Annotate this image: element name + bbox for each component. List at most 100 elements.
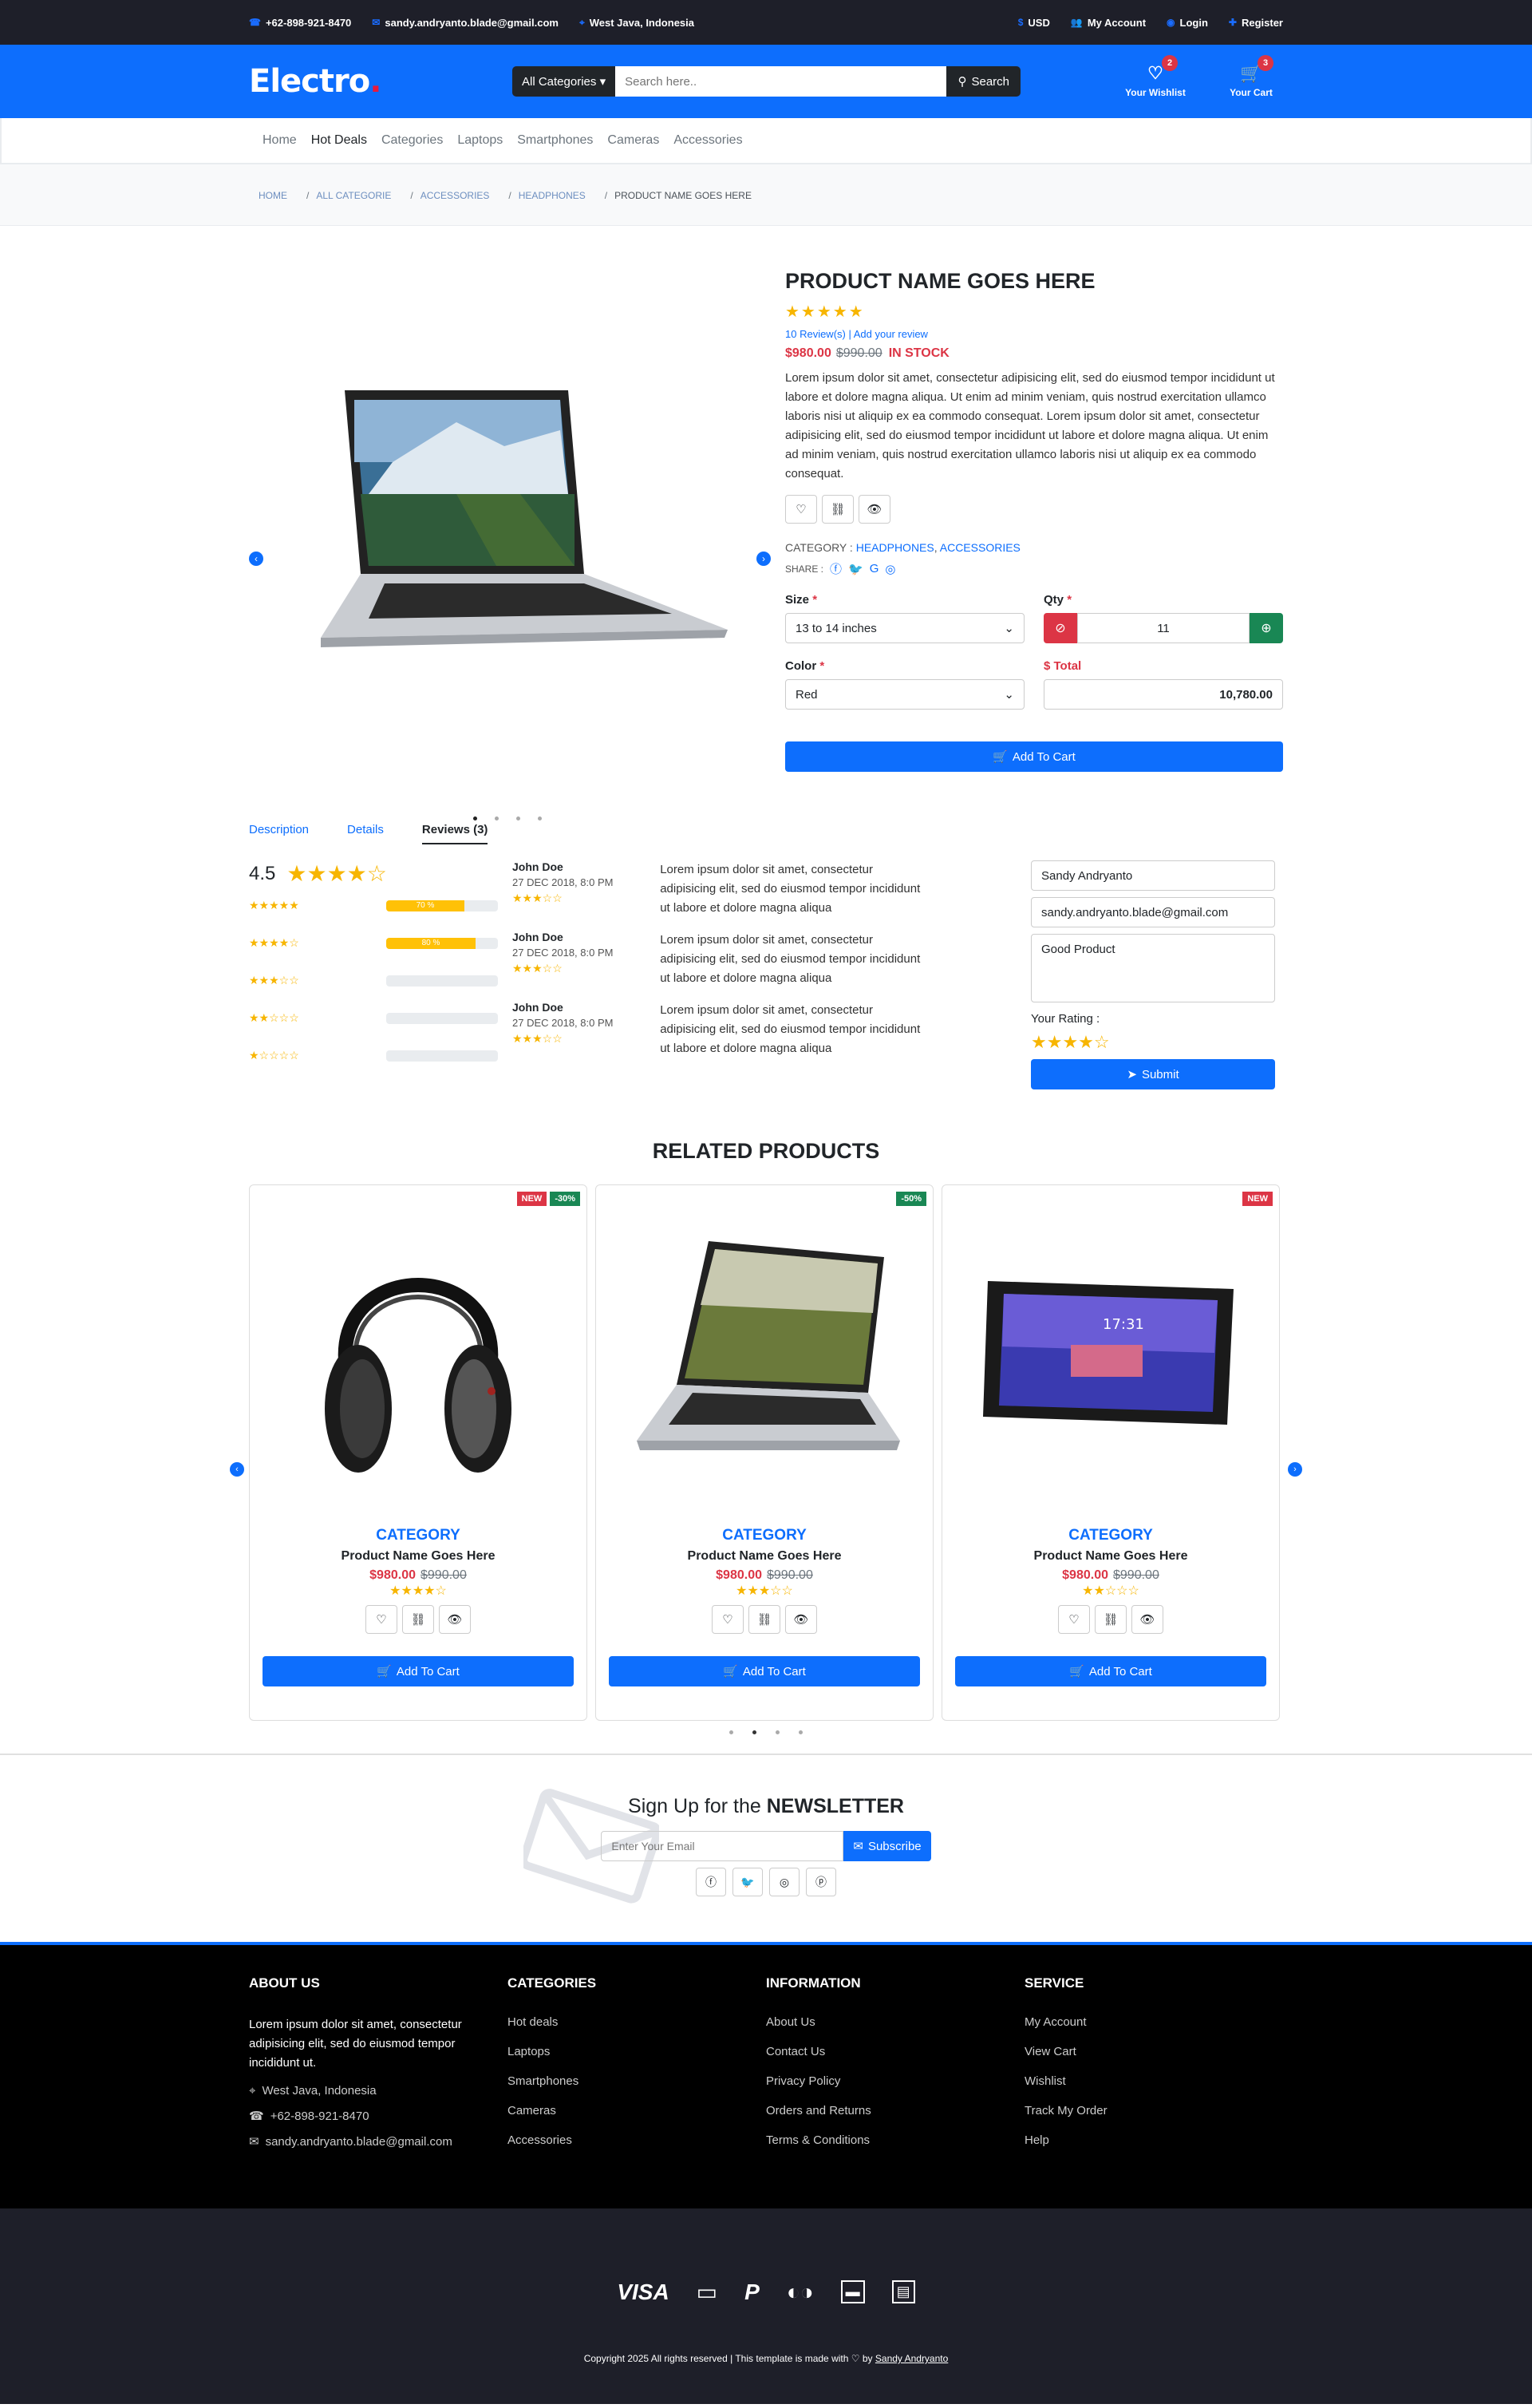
login-link[interactable]: ◉ Login bbox=[1167, 17, 1208, 29]
my-account-link[interactable]: 👥 My Account bbox=[1071, 17, 1146, 29]
color-select[interactable]: Red ⌄ bbox=[785, 679, 1025, 710]
qty-input[interactable]: 11 bbox=[1077, 613, 1250, 643]
footer-link[interactable]: About Us bbox=[766, 2015, 1025, 2029]
add-to-wishlist-button[interactable]: ♡ bbox=[712, 1605, 744, 1634]
footer-link[interactable]: Contact Us bbox=[766, 2045, 1025, 2058]
topbar-email[interactable]: ✉ sandy.andryanto.blade@gmail.com bbox=[372, 17, 559, 29]
add-to-wishlist-button[interactable]: ♡ bbox=[785, 495, 817, 524]
tab-description[interactable]: Description bbox=[249, 823, 309, 844]
product-card[interactable]: -50% CATEGORY Product Name Goes Here $98… bbox=[595, 1184, 934, 1721]
eye-icon: 👁 bbox=[447, 1613, 463, 1627]
qty-decrease-button[interactable]: ⊘ bbox=[1044, 613, 1077, 643]
mastercard-icon: ◐◑ bbox=[786, 2279, 814, 2304]
wishlist-button[interactable]: ♡ 2 Your Wishlist bbox=[1123, 55, 1187, 98]
author-link[interactable]: Sandy Andryanto bbox=[875, 2353, 948, 2364]
add-to-wishlist-button[interactable]: ♡ bbox=[1058, 1605, 1090, 1634]
breadcrumb-accessories[interactable]: ACCESSORIES bbox=[421, 190, 490, 201]
size-select[interactable]: 13 to 14 inches ⌄ bbox=[785, 613, 1025, 643]
rating-input-stars[interactable]: ★★★★☆ bbox=[1031, 1032, 1275, 1053]
carousel-dot[interactable] bbox=[799, 1730, 803, 1734]
topbar-phone[interactable]: ☎ +62-898-921-8470 bbox=[249, 17, 351, 29]
footer-link[interactable]: Cameras bbox=[507, 2104, 766, 2117]
footer-link[interactable]: Help bbox=[1025, 2133, 1283, 2147]
carousel-dot[interactable] bbox=[729, 1730, 733, 1734]
footer-link[interactable]: Laptops bbox=[507, 2045, 766, 2058]
register-link[interactable]: ✚ Register bbox=[1229, 17, 1283, 29]
footer-link[interactable]: Accessories bbox=[507, 2133, 766, 2147]
twitter-icon[interactable]: 🐦 bbox=[848, 562, 863, 576]
main-nav: Home Hot Deals Categories Laptops Smartp… bbox=[0, 118, 1532, 164]
carousel-next-arrow[interactable]: › bbox=[1288, 1462, 1302, 1477]
search-button[interactable]: ⚲ Search bbox=[946, 66, 1021, 97]
nav-laptops[interactable]: Laptops bbox=[450, 133, 510, 148]
footer-link[interactable]: Privacy Policy bbox=[766, 2074, 1025, 2088]
carousel-dot[interactable] bbox=[752, 1730, 756, 1734]
review-name-input[interactable]: Sandy Andryanto bbox=[1031, 860, 1275, 891]
footer-link[interactable]: My Account bbox=[1025, 2015, 1283, 2029]
gallery-next-arrow[interactable]: › bbox=[756, 552, 771, 566]
footer-link[interactable]: Orders and Returns bbox=[766, 2104, 1025, 2117]
category-link-headphones[interactable]: HEADPHONES bbox=[856, 541, 934, 554]
footer-link[interactable]: Track My Order bbox=[1025, 2104, 1283, 2117]
cart-button[interactable]: 🛒 3 Your Cart bbox=[1219, 55, 1283, 98]
footer-link[interactable]: Terms & Conditions bbox=[766, 2133, 1025, 2147]
footer-link[interactable]: Hot deals bbox=[507, 2015, 766, 2029]
quick-view-button[interactable]: 👁 bbox=[859, 495, 890, 524]
twitter-icon[interactable]: 🐦 bbox=[732, 1868, 763, 1896]
gallery-dot[interactable] bbox=[516, 817, 520, 820]
review-email-input[interactable]: sandy.andryanto.blade@gmail.com bbox=[1031, 897, 1275, 927]
add-to-cart-button[interactable]: 🛒 Add To Cart bbox=[785, 741, 1283, 772]
footer-link[interactable]: Smartphones bbox=[507, 2074, 766, 2088]
review-link[interactable]: 10 Review(s) | Add your review bbox=[785, 328, 1283, 340]
subscribe-button[interactable]: ✉ Subscribe bbox=[843, 1831, 931, 1861]
product-card[interactable]: NEW 17:31 CATEGORY Product Name Goes Her… bbox=[942, 1184, 1280, 1721]
compare-button[interactable]: ⛓ bbox=[822, 495, 854, 524]
nav-home[interactable]: Home bbox=[255, 133, 304, 148]
tab-reviews[interactable]: Reviews (3) bbox=[421, 823, 488, 844]
compare-button[interactable]: ⛓ bbox=[402, 1605, 434, 1634]
add-to-cart-button[interactable]: 🛒 Add To Cart bbox=[955, 1656, 1266, 1686]
review-text-input[interactable]: Good Product bbox=[1031, 934, 1275, 1002]
category-select[interactable]: All Categories ▾ bbox=[512, 66, 616, 97]
nav-smartphones[interactable]: Smartphones bbox=[510, 133, 600, 148]
newsletter-email-input[interactable]: Enter Your Email bbox=[601, 1831, 844, 1861]
gallery-dot[interactable] bbox=[495, 817, 499, 820]
gallery-dot[interactable] bbox=[473, 817, 477, 820]
add-to-cart-button[interactable]: 🛒 Add To Cart bbox=[263, 1656, 574, 1686]
category-link-accessories[interactable]: ACCESSORIES bbox=[940, 541, 1021, 554]
footer-link[interactable]: View Cart bbox=[1025, 2045, 1283, 2058]
compare-button[interactable]: ⛓ bbox=[748, 1605, 780, 1634]
nav-accessories[interactable]: Accessories bbox=[666, 133, 749, 148]
breadcrumb-all-categories[interactable]: ALL CATEGORIE bbox=[316, 190, 391, 201]
add-to-wishlist-button[interactable]: ♡ bbox=[365, 1605, 397, 1634]
footer-link[interactable]: Wishlist bbox=[1025, 2074, 1283, 2088]
nav-hot-deals[interactable]: Hot Deals bbox=[304, 133, 374, 148]
quick-view-button[interactable]: 👁 bbox=[439, 1605, 471, 1634]
gallery-prev-arrow[interactable]: ‹ bbox=[249, 552, 263, 566]
quick-view-button[interactable]: 👁 bbox=[785, 1605, 817, 1634]
pinterest-icon[interactable]: ⓟ bbox=[806, 1868, 836, 1896]
breadcrumb-headphones[interactable]: HEADPHONES bbox=[519, 190, 586, 201]
instagram-icon[interactable]: ◎ bbox=[885, 562, 895, 576]
currency-selector[interactable]: $ USD bbox=[1018, 17, 1050, 29]
nav-categories[interactable]: Categories bbox=[374, 133, 450, 148]
submit-review-button[interactable]: ➤ Submit bbox=[1031, 1059, 1275, 1089]
heart-icon: ♡ bbox=[796, 503, 807, 516]
quick-view-button[interactable]: 👁 bbox=[1131, 1605, 1163, 1634]
compare-button[interactable]: ⛓ bbox=[1095, 1605, 1127, 1634]
carousel-dot[interactable] bbox=[776, 1730, 780, 1734]
facebook-icon[interactable]: ⓕ bbox=[830, 560, 842, 577]
google-icon[interactable]: G bbox=[870, 562, 879, 575]
nav-cameras[interactable]: Cameras bbox=[600, 133, 666, 148]
add-to-cart-button[interactable]: 🛒 Add To Cart bbox=[609, 1656, 920, 1686]
logo[interactable]: Electro. bbox=[249, 63, 512, 100]
product-card[interactable]: NEW -30% CATEGORY Product Name Goes Here … bbox=[249, 1184, 587, 1721]
breadcrumb-home[interactable]: HOME bbox=[259, 190, 287, 201]
instagram-icon[interactable]: ◎ bbox=[769, 1868, 800, 1896]
tab-details[interactable]: Details bbox=[347, 823, 384, 844]
gallery-dot[interactable] bbox=[538, 817, 542, 820]
facebook-icon[interactable]: ⓕ bbox=[696, 1868, 726, 1896]
carousel-prev-arrow[interactable]: ‹ bbox=[230, 1462, 244, 1477]
search-input[interactable] bbox=[615, 66, 947, 97]
qty-increase-button[interactable]: ⊕ bbox=[1250, 613, 1283, 643]
